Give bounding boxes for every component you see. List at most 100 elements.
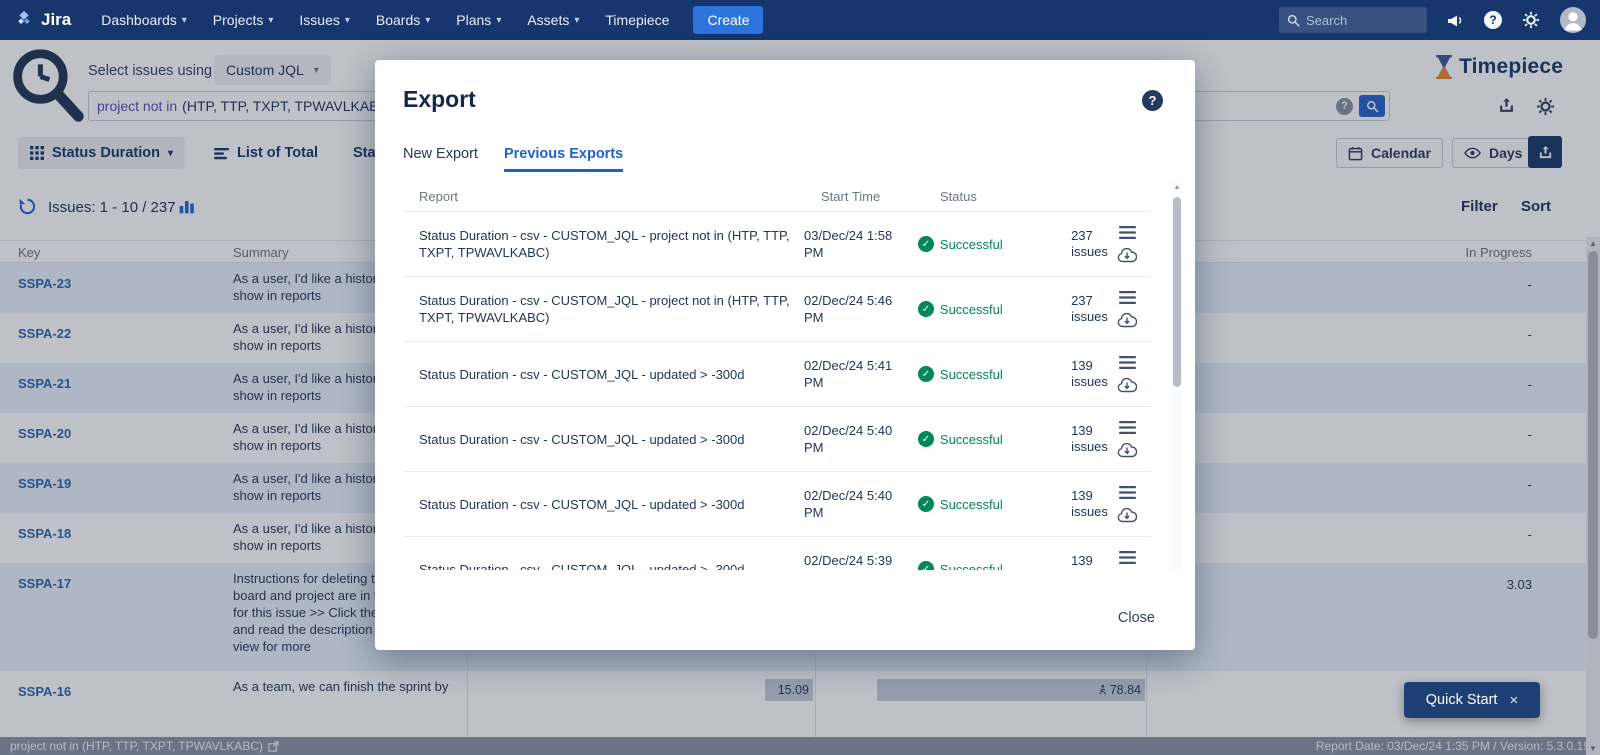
create-button[interactable]: Create [693,6,763,34]
previous-exports-table: Report Start Time Status Status Duration… [403,182,1151,570]
nav-item-label: Projects [213,12,264,28]
global-search-input[interactable] [1306,13,1416,28]
export-row: Status Duration - csv - CUSTOM_JQL - upd… [403,342,1151,407]
close-button[interactable]: Close [1118,610,1155,626]
nav-item-projects[interactable]: Projects ▾ [213,12,274,28]
export-row: Status Duration - csv - CUSTOM_JQL - pro… [403,212,1151,277]
modal-title: Export [403,86,476,113]
check-circle-icon: ✓ [918,366,934,382]
status-label: Successful [940,367,1003,382]
row-menu-icon[interactable] [1119,421,1136,434]
quick-start-button[interactable]: Quick Start × [1404,682,1540,718]
cloud-download-icon[interactable] [1117,443,1137,458]
check-circle-icon: ✓ [918,431,934,447]
status-label: Successful [940,302,1003,317]
modal-scrollbar-thumb[interactable] [1173,197,1181,387]
export-report-name: Status Duration - csv - CUSTOM_JQL - upd… [403,561,804,571]
status-label: Successful [940,237,1003,252]
export-issue-count: 139 issues [1071,553,1117,570]
column-header-status: Status [940,189,1100,204]
chevron-down-icon: ▾ [268,15,273,26]
export-actions [1117,421,1151,458]
cloud-download-icon[interactable] [1117,313,1137,328]
export-tabs: New Export Previous Exports [403,146,623,172]
export-row: Status Duration - csv - CUSTOM_JQL - upd… [403,407,1151,472]
check-circle-icon: ✓ [918,301,934,317]
global-search[interactable] [1279,7,1427,33]
column-header-report: Report [403,189,821,204]
export-status: ✓ Successful [918,366,1071,382]
status-label: Successful [940,562,1003,571]
nav-item-label: Plans [456,12,491,28]
app-screen: Jira Dashboards▾ Projects▾ Issues▾ Board… [0,0,1600,755]
export-issue-count: 139 issues [1071,488,1117,520]
exports-table-header: Report Start Time Status [403,182,1151,212]
export-report-name: Status Duration - csv - CUSTOM_JQL - upd… [403,496,804,513]
row-menu-icon[interactable] [1119,551,1136,564]
scroll-up-arrow-icon[interactable]: ▲ [1171,184,1183,191]
nav-item-assets[interactable]: Assets▾ [527,12,579,28]
modal-help-icon[interactable]: ? [1142,90,1163,111]
modal-scrollbar[interactable]: ▲ [1171,182,1183,570]
search-icon [1287,14,1300,27]
nav-item-label: Timepiece [605,12,669,28]
check-circle-icon: ✓ [918,496,934,512]
export-report-name: Status Duration - csv - CUSTOM_JQL - upd… [403,366,804,383]
export-issue-count: 139 issues [1071,423,1117,455]
nav-item-label: Boards [376,12,420,28]
chevron-down-icon: ▾ [496,15,501,26]
jira-logo-text: Jira [41,10,71,30]
tab-new-export[interactable]: New Export [403,146,478,172]
gear-icon[interactable] [1522,11,1540,29]
nav-item-boards[interactable]: Boards ▾ [376,12,430,28]
export-status: ✓ Successful [918,236,1071,252]
chevron-down-icon: ▾ [345,15,350,26]
check-circle-icon: ✓ [918,236,934,252]
help-icon[interactable]: ? [1484,11,1502,29]
export-actions [1117,486,1151,523]
export-actions [1117,356,1151,393]
nav-item-label: Dashboards [101,12,177,28]
tab-previous-exports[interactable]: Previous Exports [504,146,623,172]
column-header-start-time: Start Time [821,189,940,204]
cloud-download-icon[interactable] [1117,378,1137,393]
export-start-time: 03/Dec/24 1:58 PM [804,227,918,261]
jira-logo-icon [14,10,34,30]
row-menu-icon[interactable] [1119,291,1136,304]
export-actions [1117,551,1151,571]
status-label: Successful [940,432,1003,447]
nav-item-plans[interactable]: Plans ▾ [456,12,501,28]
export-status: ✓ Successful [918,301,1071,317]
export-actions [1117,291,1151,328]
user-avatar[interactable] [1560,7,1586,33]
export-status: ✓ Successful [918,496,1071,512]
close-icon[interactable]: × [1509,692,1518,709]
top-navigation: Jira Dashboards▾ Projects▾ Issues▾ Board… [0,0,1600,40]
megaphone-icon[interactable] [1447,13,1464,28]
export-row: Status Duration - csv - CUSTOM_JQL - pro… [403,277,1151,342]
row-menu-icon[interactable] [1119,486,1136,499]
jira-logo[interactable]: Jira [14,10,71,30]
export-report-name: Status Duration - csv - CUSTOM_JQL - upd… [403,431,804,448]
export-report-name: Status Duration - csv - CUSTOM_JQL - pro… [403,292,804,326]
nav-item-timepiece[interactable]: Timepiece [605,12,669,28]
nav-item-dashboards[interactable]: Dashboards▾ [101,12,187,28]
export-issue-count: 139 issues [1071,358,1117,390]
export-start-time: 02/Dec/24 5:40 PM [804,422,918,456]
export-issue-count: 237 issues [1071,228,1117,260]
nav-item-issues[interactable]: Issues ▾ [299,12,350,28]
export-modal: Export ? New Export Previous Exports Rep… [375,60,1195,650]
row-menu-icon[interactable] [1119,226,1136,239]
row-menu-icon[interactable] [1119,356,1136,369]
chevron-down-icon: ▾ [574,15,579,26]
cloud-download-icon[interactable] [1117,508,1137,523]
chevron-down-icon: ▾ [425,15,430,26]
export-status: ✓ Successful [918,431,1071,447]
export-start-time: 02/Dec/24 5:46 PM [804,292,918,326]
nav-right-cluster: ? [1279,7,1586,33]
export-start-time: 02/Dec/24 5:40 PM [804,487,918,521]
status-label: Successful [940,497,1003,512]
nav-item-label: Issues [299,12,339,28]
cloud-download-icon[interactable] [1117,248,1137,263]
nav-menu: Dashboards▾ Projects▾ Issues▾ Boards▾ Pl… [101,12,669,28]
